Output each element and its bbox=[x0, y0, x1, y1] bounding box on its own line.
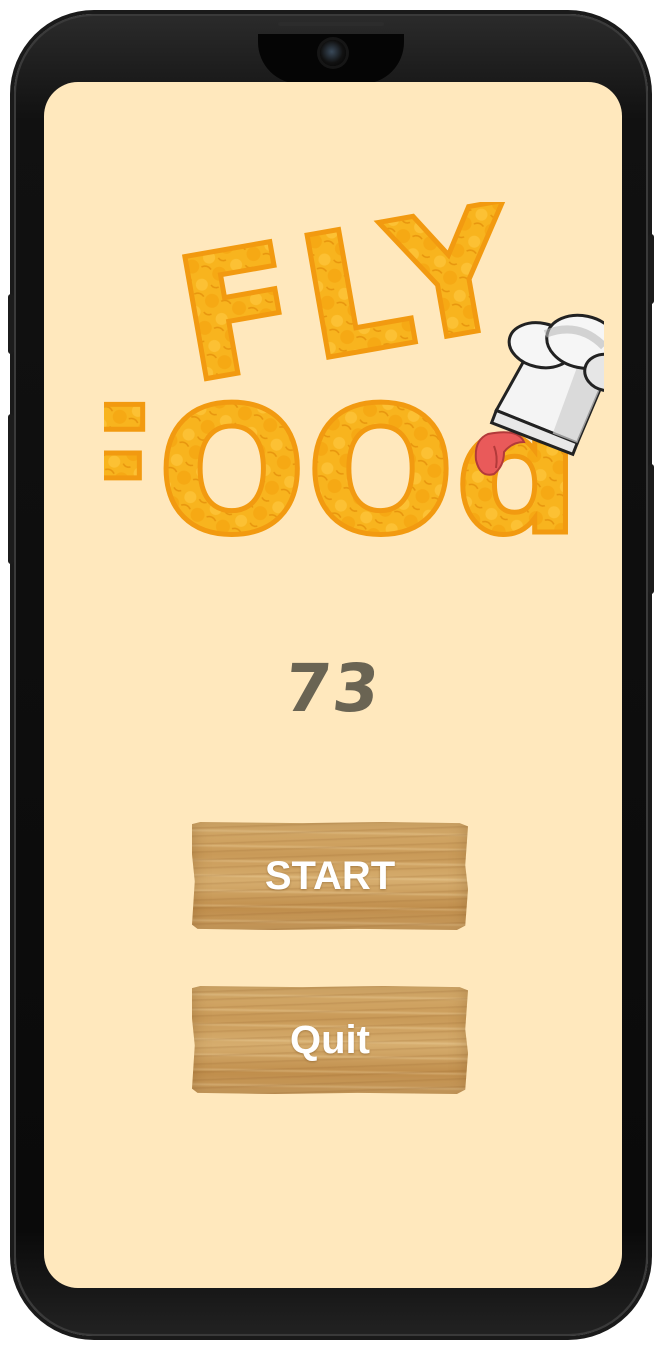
volume-down-button bbox=[8, 414, 14, 564]
front-camera-icon bbox=[320, 40, 346, 66]
power-button bbox=[648, 234, 654, 304]
start-button-label: START bbox=[264, 854, 396, 898]
earpiece-speaker bbox=[278, 22, 384, 26]
game-screen: FLY FOOd 73 START Quit bbox=[44, 82, 622, 1288]
start-button[interactable]: START bbox=[192, 822, 468, 930]
quit-button[interactable]: Quit bbox=[192, 986, 468, 1094]
quit-button-label: Quit bbox=[290, 1018, 370, 1062]
volume-up-button bbox=[8, 294, 14, 354]
alert-slider bbox=[648, 464, 654, 594]
fly-food-logo: FLY FOOd bbox=[104, 202, 604, 562]
score-display: 73 bbox=[281, 650, 385, 727]
